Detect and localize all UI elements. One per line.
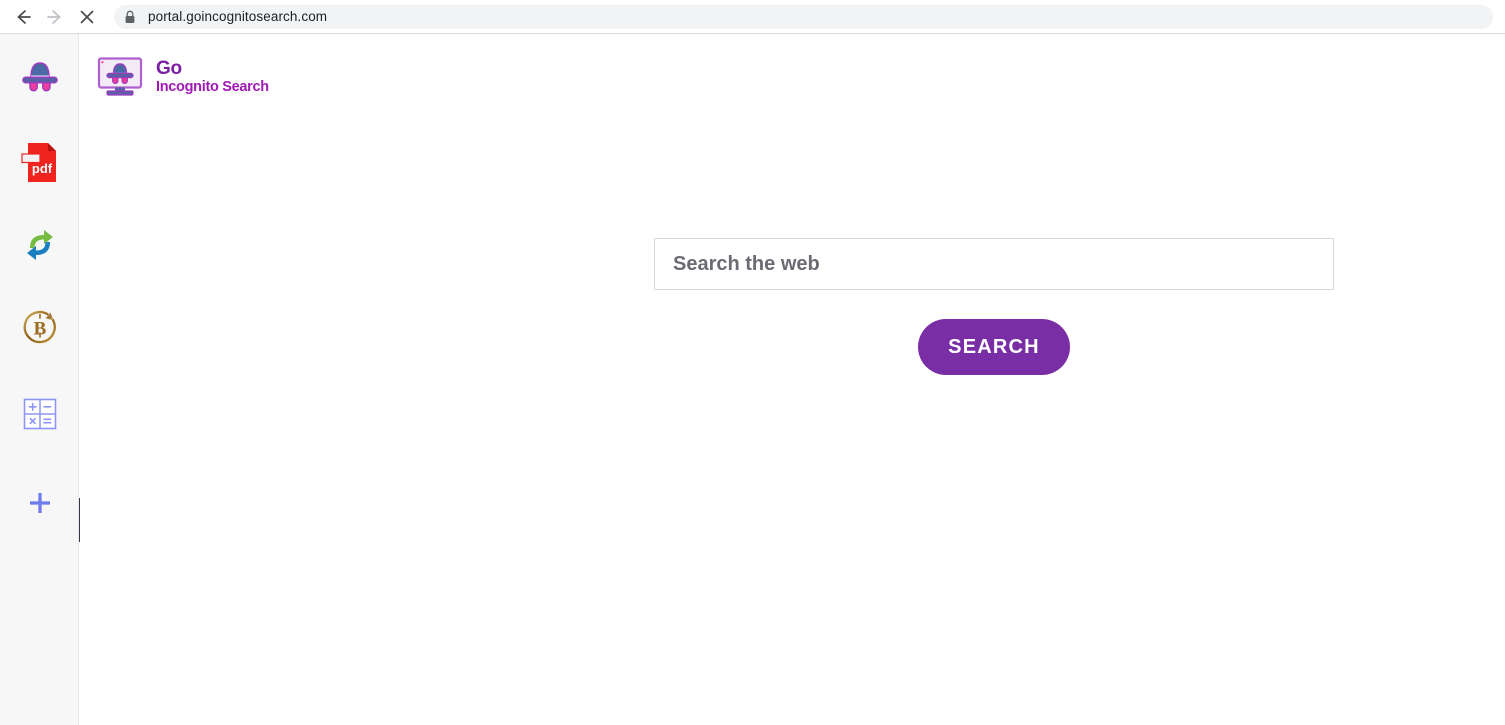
pdf-label: pdf [31,161,52,176]
back-button[interactable] [8,2,38,32]
incognito-monitor-icon [96,56,144,98]
address-bar[interactable]: portal.goincognitosearch.com [114,4,1493,29]
sidebar-item-file-converter[interactable] [0,217,79,273]
sidebar-item-pdf-tool[interactable]: pdf [0,134,79,190]
logo-line-1: Go [156,58,182,80]
url-text: portal.goincognitosearch.com [148,9,328,24]
browser-toolbar: portal.goincognitosearch.com [0,0,1505,34]
site-logo[interactable]: Go Incognito Search [96,56,269,98]
pdf-file-icon: pdf [20,139,60,185]
logo-line-2: Incognito Search [156,79,269,96]
search-area: SEARCH [654,238,1334,375]
sidebar-item-calculator-tool[interactable] [0,386,79,442]
sidebar-item-bitcoin-tool[interactable]: B [0,300,79,356]
search-input[interactable] [654,238,1334,290]
calculator-icon [22,396,58,432]
logo-wordmark: Go Incognito Search [156,59,269,95]
incognito-hat-icon [16,55,64,99]
page-content: Go Incognito Search SEARCH [80,34,1505,725]
bitcoin-icon: B [19,307,61,349]
convert-arrows-icon [19,224,61,266]
stop-loading-button[interactable] [72,2,102,32]
lock-icon[interactable] [124,10,136,24]
forward-button[interactable] [40,2,70,32]
extension-sidebar: pdf B [0,34,79,725]
sidebar-item-add-extension[interactable] [0,475,79,531]
search-button[interactable]: SEARCH [918,319,1070,375]
plus-icon [25,488,55,518]
sidebar-item-incognito-search[interactable] [0,49,79,105]
